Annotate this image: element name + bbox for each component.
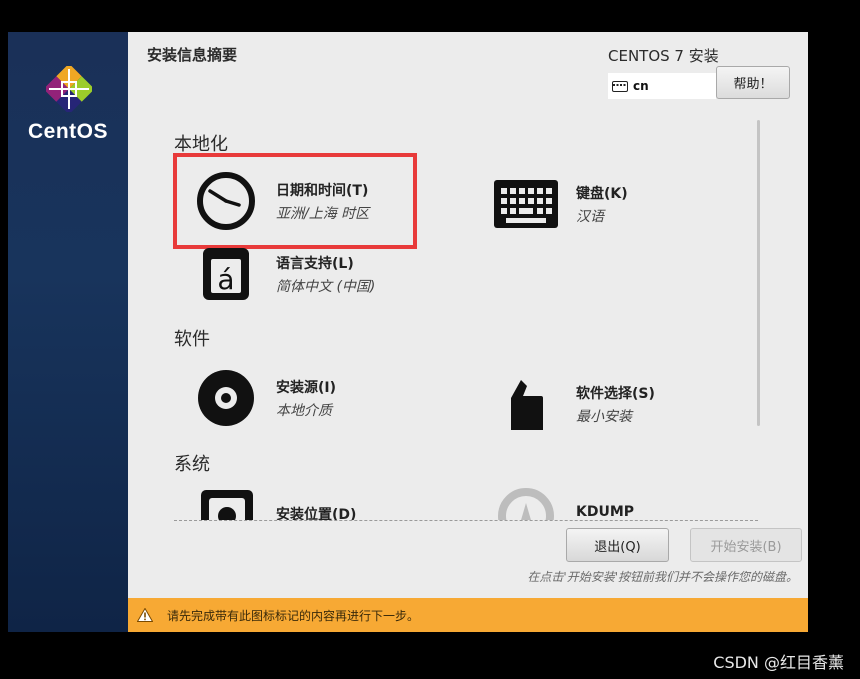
language-icon: á [197,245,255,303]
keyboard-icon [493,175,559,233]
help-button[interactable]: 帮助！ [716,66,790,99]
spoke-software-selection[interactable]: 软件选择(S) 最小安装 [493,375,655,433]
watermark: CSDN @红目香薰 [713,653,844,672]
spoke-install-source[interactable]: 安装源(I) 本地介质 [197,369,336,427]
keyboard-layout-label: cn [633,79,649,93]
spoke-keyboard[interactable]: 键盘(K) 汉语 [493,175,628,233]
spoke-software-status: 最小安装 [576,408,632,425]
quit-button[interactable]: 退出(Q) [566,528,669,562]
warning-bar: 请先完成带有此图标标记的内容再进行下一步。 [128,598,808,632]
warning-text: 请先完成带有此图标标记的内容再进行下一步。 [167,608,420,623]
begin-installation-button[interactable]: 开始安装(B) [690,528,802,562]
highlight-box [173,153,417,249]
disc-icon [197,369,255,427]
spoke-source-title: 安装源(I) [276,379,337,396]
sidebar: CentOS [8,32,128,632]
spoke-software-title: 软件选择(S) [576,385,655,402]
spoke-language-status: 简体中文 (中国) [276,278,376,295]
spoke-keyboard-status: 汉语 [576,208,604,225]
spoke-keyboard-title: 键盘(K) [576,185,628,202]
package-icon [493,375,559,433]
divider [174,520,758,521]
keyboard-layout-indicator[interactable]: cn [608,73,716,99]
kdump-icon [493,487,559,520]
svg-text:á: á [217,263,234,296]
spoke-destination-title: 安装位置(D) [276,507,357,520]
spoke-kdump-title: KDUMP [576,504,635,520]
section-software: 软件 [174,329,210,350]
section-system: 系统 [174,454,210,475]
keyboard-small-icon [612,80,628,92]
brand-name: CentOS [27,120,108,143]
spoke-language[interactable]: á 语言支持(L) 简体中文 (中国) [197,245,375,303]
system-spokes-clip: 安装位置(D) KDUMP [128,487,808,520]
main-panel: 安装信息摘要 CENTOS 7 安装 cn 帮助！ 本地化 日期和时间(T) 亚… [128,32,808,632]
warning-icon [137,608,153,622]
spoke-install-destination[interactable]: 安装位置(D) [197,487,356,520]
page-title: 安装信息摘要 [147,46,238,64]
disk-note: 在点击'开始安装'按钮前我们并不会操作您的磁盘。 [527,570,798,584]
centos-logo-icon [46,66,92,112]
scrollbar[interactable] [757,120,760,426]
spoke-kdump[interactable]: KDUMP [493,487,634,520]
installer-window: CentOS 安装信息摘要 CENTOS 7 安装 cn 帮助！ 本地化 日期和… [8,32,808,632]
spoke-language-title: 语言支持(L) [276,255,354,272]
product-name: CENTOS 7 安装 [608,47,719,65]
spoke-source-status: 本地介质 [276,402,332,419]
disk-icon [197,487,255,520]
